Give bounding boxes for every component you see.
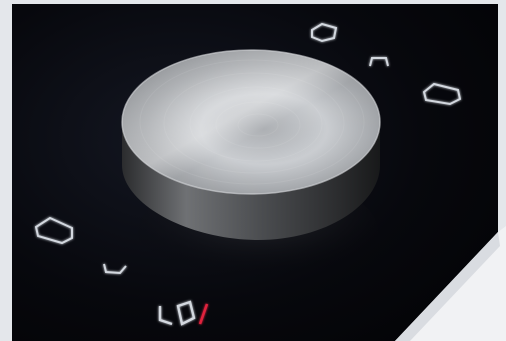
product-photo xyxy=(0,0,506,341)
knob-sheen xyxy=(122,50,380,194)
control-panel-scene xyxy=(0,0,506,341)
